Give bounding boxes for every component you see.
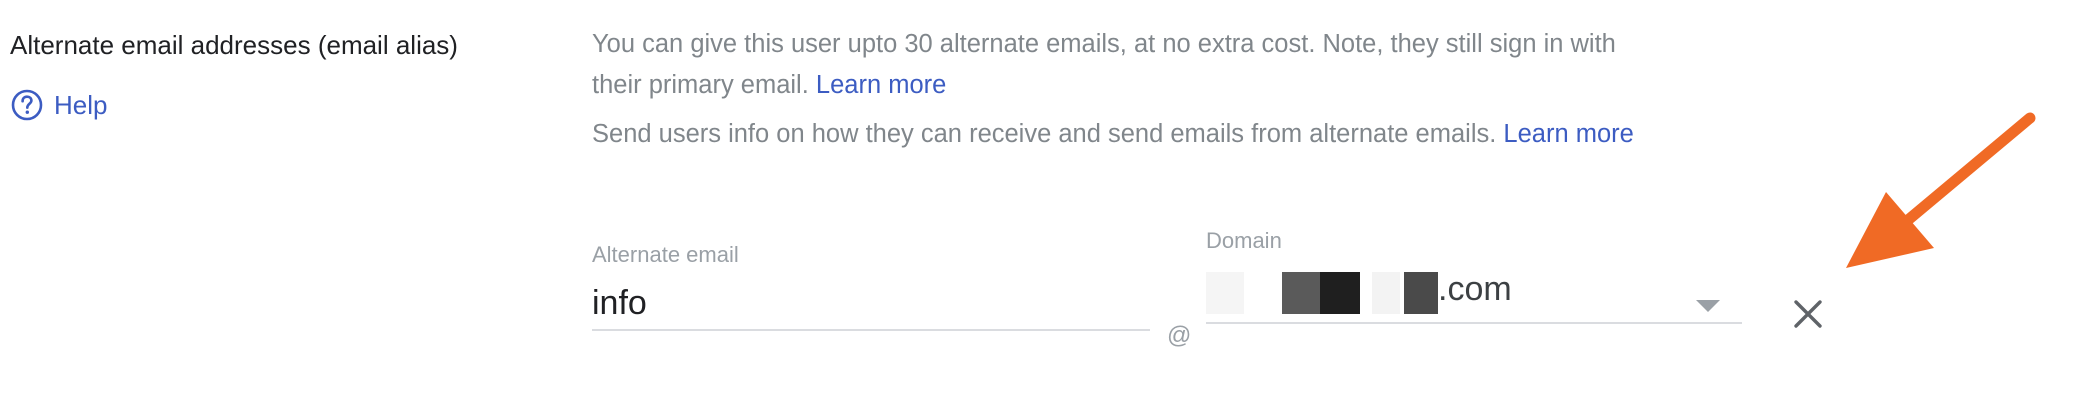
description-line-1: You can give this user upto 30 alternate… (592, 30, 1616, 58)
learn-more-link-1[interactable]: Learn more (816, 71, 946, 99)
learn-more-link-2[interactable]: Learn more (1503, 120, 1633, 148)
close-icon (1794, 300, 1822, 328)
section-label: Alternate email addresses (email alias) (10, 30, 458, 60)
remove-alias-button[interactable] (1786, 292, 1830, 336)
domain-value: .com (1438, 270, 1512, 308)
description-line-2-text: their primary email. (592, 71, 809, 99)
alternate-email-settings: Alternate email addresses (email alias) … (0, 0, 2084, 414)
description-line-3: Send users info on how they can receive … (592, 120, 1634, 149)
domain-label: Domain (1206, 228, 1282, 253)
dropdown-arrow-icon (1696, 300, 1720, 312)
annotation-arrow (1846, 112, 2036, 268)
alternate-email-label: Alternate email (592, 242, 739, 267)
domain-field: Domain .com (1206, 228, 1742, 324)
domain-redacted (1206, 272, 1446, 314)
description-line-3-text: Send users info on how they can receive … (592, 120, 1497, 148)
alternate-email-field: Alternate email (592, 242, 1150, 331)
domain-select[interactable]: .com (1206, 268, 1742, 324)
description-line-2: their primary email. Learn more (592, 71, 946, 100)
at-symbol: @ (1167, 322, 1192, 349)
help-link[interactable]: Help (10, 88, 107, 122)
help-label: Help (54, 89, 108, 120)
help-circle-icon (10, 88, 44, 122)
alternate-email-input[interactable] (592, 280, 1150, 331)
